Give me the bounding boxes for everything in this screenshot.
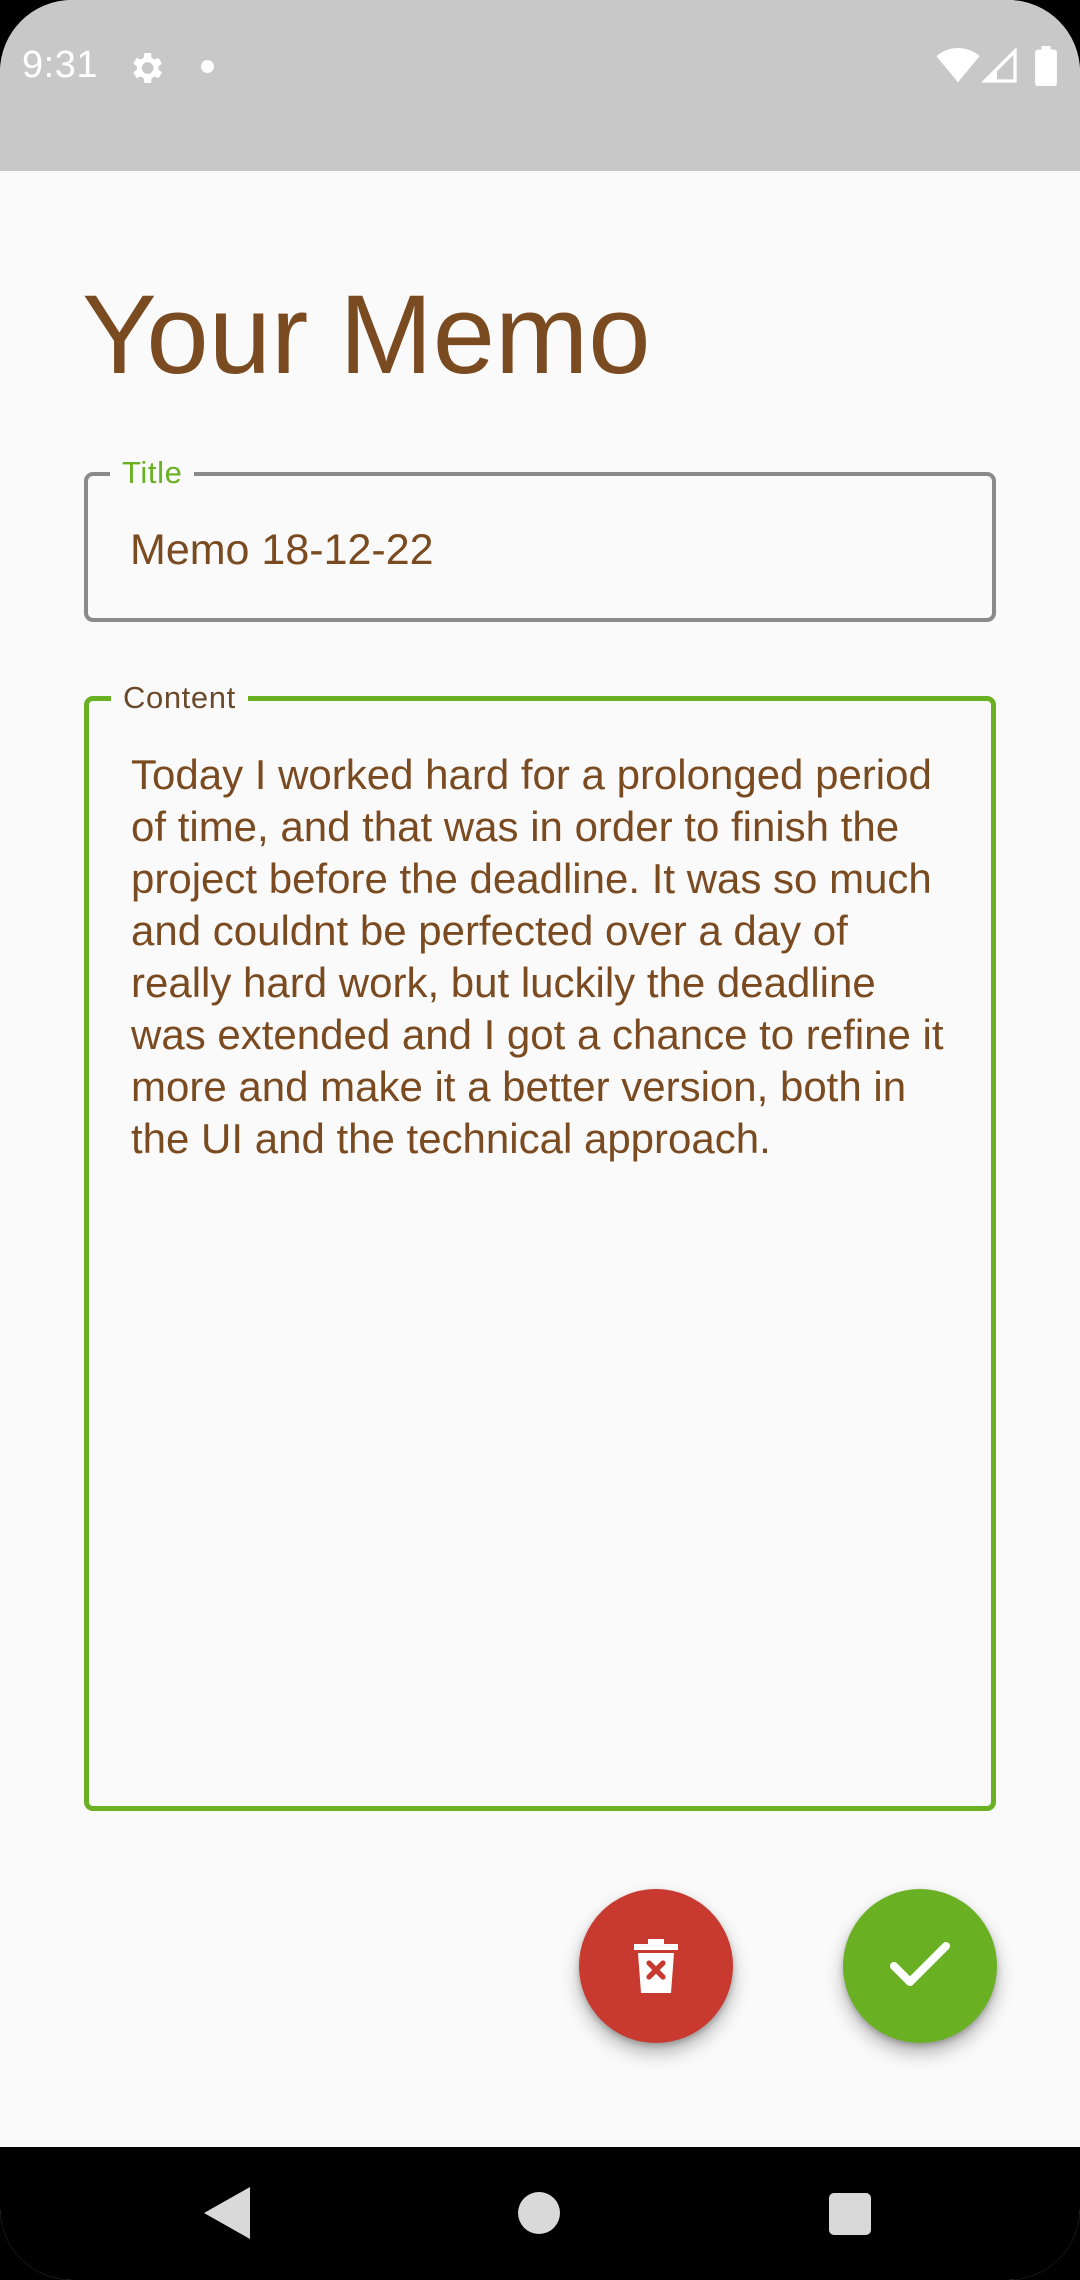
notification-dot-icon [201,60,214,73]
title-field-label: Title [110,454,195,492]
title-field[interactable]: Title Memo 18-12-22 [84,454,996,622]
recents-icon[interactable] [829,2193,871,2235]
trash-icon [634,1939,678,1993]
phone-screen: 9:31 Your Memo Title Memo 18-12-22 Conte… [0,0,1080,2280]
page-title: Your Memo [82,272,651,397]
wifi-icon [936,48,980,83]
navigation-bar [0,2147,1080,2280]
signal-icon [982,48,1017,83]
confirm-button[interactable] [843,1889,997,2043]
content-field-label: Content [111,679,248,717]
content-textarea[interactable]: Today I worked hard for a prolonged peri… [131,749,951,1165]
delete-button[interactable] [579,1889,733,2043]
status-time: 9:31 [22,44,98,86]
gear-icon [133,53,162,83]
content-field[interactable]: Content Today I worked hard for a prolon… [84,679,996,1811]
check-icon [890,1942,950,1986]
back-icon[interactable] [204,2187,250,2239]
home-icon[interactable] [518,2192,560,2234]
status-bar: 9:31 [0,0,1080,171]
battery-icon [1035,46,1057,86]
title-input[interactable]: Memo 18-12-22 [130,524,962,576]
